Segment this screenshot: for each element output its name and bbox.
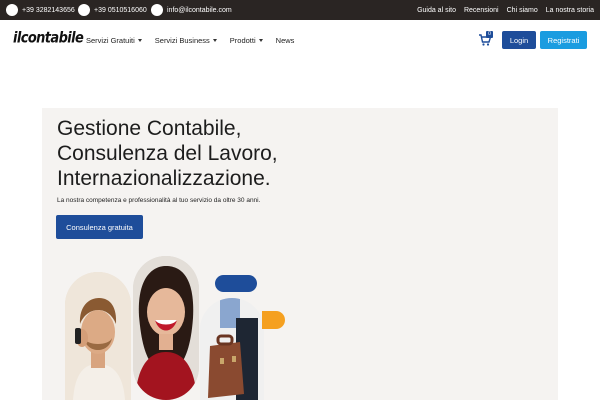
nav-item-news[interactable]: News <box>276 36 295 45</box>
orange-pill-shape <box>262 311 285 329</box>
top-link-recensioni[interactable]: Recensioni <box>464 7 499 14</box>
hero-title-line: Consulenza del Lavoro, <box>57 142 278 165</box>
hero-subtitle: La nostra competenza e professionalità a… <box>57 197 261 204</box>
chevron-down-icon <box>212 38 217 42</box>
chevron-down-icon <box>137 38 142 42</box>
top-link-storia[interactable]: La nostra storia <box>546 7 594 14</box>
smiling-woman-photo <box>133 256 199 400</box>
login-button[interactable]: Login <box>502 31 536 49</box>
nav-item-servizi-gratuiti[interactable]: Servizi Gratuiti <box>86 36 142 45</box>
hero-title: Gestione Contabile, Consulenza del Lavor… <box>57 116 278 191</box>
signup-button[interactable]: Registrati <box>540 31 587 49</box>
email-contact[interactable]: info@ilcontabile.com <box>151 0 232 20</box>
top-link-chi-siamo[interactable]: Chi siamo <box>507 7 538 14</box>
site-logo[interactable]: ilcontabile <box>13 30 84 47</box>
businessman-briefcase-photo <box>200 298 264 400</box>
nav-item-label: Prodotti <box>229 35 256 45</box>
hero-title-line: Gestione Contabile, <box>57 117 242 140</box>
man-on-phone-photo <box>65 272 131 400</box>
nav-item-label: News <box>275 35 295 45</box>
nav-item-prodotti[interactable]: Prodotti <box>230 36 263 45</box>
phone-1-text: +39 3282143656 <box>22 6 75 14</box>
phone-contact-2[interactable]: +39 0510516060 <box>78 0 147 20</box>
top-links: Guida al sito Recensioni Chi siamo La no… <box>417 0 594 20</box>
phone-icon <box>6 4 18 16</box>
email-text: info@ilcontabile.com <box>167 6 232 14</box>
phone-2-text: +39 0510516060 <box>94 6 147 14</box>
phone-contact-1[interactable]: +39 3282143656 <box>6 0 75 20</box>
phone-icon <box>78 4 90 16</box>
hero-title-line: Internazionalizzazione. <box>57 167 271 190</box>
main-nav: Servizi Gratuiti Servizi Business Prodot… <box>86 20 294 60</box>
top-bar: +39 3282143656 +39 0510516060 info@ilcon… <box>0 0 600 20</box>
main-navbar: ilcontabile Servizi Gratuiti Servizi Bus… <box>0 20 600 60</box>
cart-count-badge: 0 <box>486 31 493 38</box>
email-icon <box>151 4 163 16</box>
nav-item-label: Servizi Gratuiti <box>86 35 135 45</box>
free-consultation-button[interactable]: Consulenza gratuita <box>56 215 143 239</box>
nav-item-label: Servizi Business <box>154 35 210 45</box>
blue-pill-shape <box>215 275 257 292</box>
top-link-guida[interactable]: Guida al sito <box>417 7 456 14</box>
nav-item-servizi-business[interactable]: Servizi Business <box>155 36 217 45</box>
cart-button[interactable]: 0 <box>478 31 494 47</box>
chevron-down-icon <box>258 38 263 42</box>
